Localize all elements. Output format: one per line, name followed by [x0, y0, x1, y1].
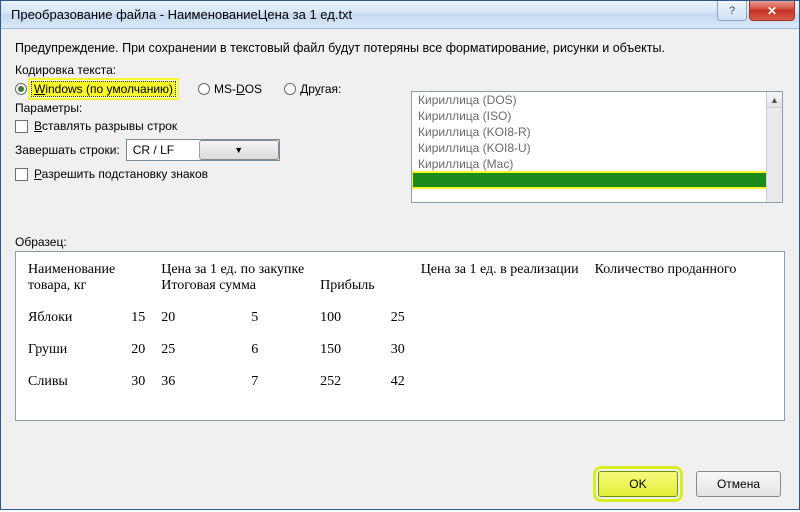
warning-text: Предупреждение. При сохранении в текстов… — [15, 41, 785, 55]
close-button[interactable]: ✕ — [749, 1, 795, 21]
checkbox-icon[interactable] — [15, 120, 28, 133]
col-header: Цена за 1 ед. в реализации — [413, 258, 587, 298]
checkbox-icon[interactable] — [15, 168, 28, 181]
list-item[interactable]: Кириллица (DOS) — [412, 92, 782, 108]
col-header: Прибыль — [312, 258, 383, 298]
preview-box: Наименованиетовара, кг Цена за 1 ед. по … — [15, 251, 785, 421]
scroll-up-icon[interactable]: ▲ — [767, 92, 782, 108]
encoding-label: Кодировка текста: — [15, 63, 785, 77]
list-item[interactable]: Кириллица (KOI8-R) — [412, 124, 782, 140]
table-row: Груши2025615030 — [20, 338, 744, 362]
radio-msdos[interactable]: MS-DOS — [198, 82, 262, 96]
radio-dot-icon — [284, 83, 296, 95]
table-row: Наименованиетовара, кг Цена за 1 ед. по … — [20, 258, 744, 298]
combo-value: CR / LF — [127, 143, 199, 157]
chevron-down-icon[interactable]: ▼ — [199, 140, 279, 160]
radio-msdos-label: MS-DOS — [214, 82, 262, 96]
titlebar[interactable]: Преобразование файла - НаименованиеЦена … — [1, 1, 799, 29]
scrollbar[interactable]: ▲ — [766, 92, 782, 202]
dialog-footer: OK Отмена — [598, 471, 781, 497]
list-item[interactable]: Кириллица (KOI8-U) — [412, 140, 782, 156]
window-title: Преобразование файла - НаименованиеЦена … — [11, 7, 717, 22]
col-header: Цена за 1 ед. по закупкеИтоговая сумма — [153, 258, 312, 298]
radio-other[interactable]: Другая: — [284, 82, 341, 96]
cancel-button[interactable]: Отмена — [696, 471, 781, 497]
sample-label: Образец: — [15, 235, 785, 249]
table-row: Яблоки1520510025 — [20, 306, 744, 330]
dialog-window: Преобразование файла - НаименованиеЦена … — [0, 0, 800, 510]
col-header: Количество проданного — [587, 258, 745, 298]
table-row: Сливы3036725242 — [20, 370, 744, 394]
list-item[interactable]: Кириллица (Mac) — [412, 156, 782, 172]
encoding-listbox[interactable]: Кириллица (DOS) Кириллица (ISO) Кириллиц… — [411, 91, 783, 203]
radio-windows-label: WWindows (по умолчанию)indows (по умолча… — [31, 81, 176, 97]
radio-windows[interactable]: WWindows (по умолчанию)indows (по умолча… — [15, 81, 176, 97]
content-area: Предупреждение. При сохранении в текстов… — [1, 29, 799, 509]
allow-subst-label: Разрешить подстановку знаков — [34, 167, 208, 181]
preview-table: Наименованиетовара, кг Цена за 1 ед. по … — [20, 258, 744, 394]
window-buttons: ? ✕ — [717, 1, 799, 28]
line-ending-combo[interactable]: CR / LF ▼ — [126, 139, 280, 161]
insert-breaks-label: Вставлять разрывы строк — [34, 119, 177, 133]
list-item[interactable]: Кириллица (ISO) — [412, 108, 782, 124]
radio-other-label: Другая: — [300, 82, 341, 96]
help-button[interactable]: ? — [717, 1, 747, 21]
col-header: Наименованиетовара, кг — [20, 258, 123, 298]
line-ending-label: Завершать строки: — [15, 143, 120, 157]
radio-dot-icon — [15, 83, 27, 95]
radio-dot-icon — [198, 83, 210, 95]
list-item-selected[interactable]: Кириллица (Windows) — [412, 172, 782, 188]
ok-button[interactable]: OK — [598, 471, 678, 497]
